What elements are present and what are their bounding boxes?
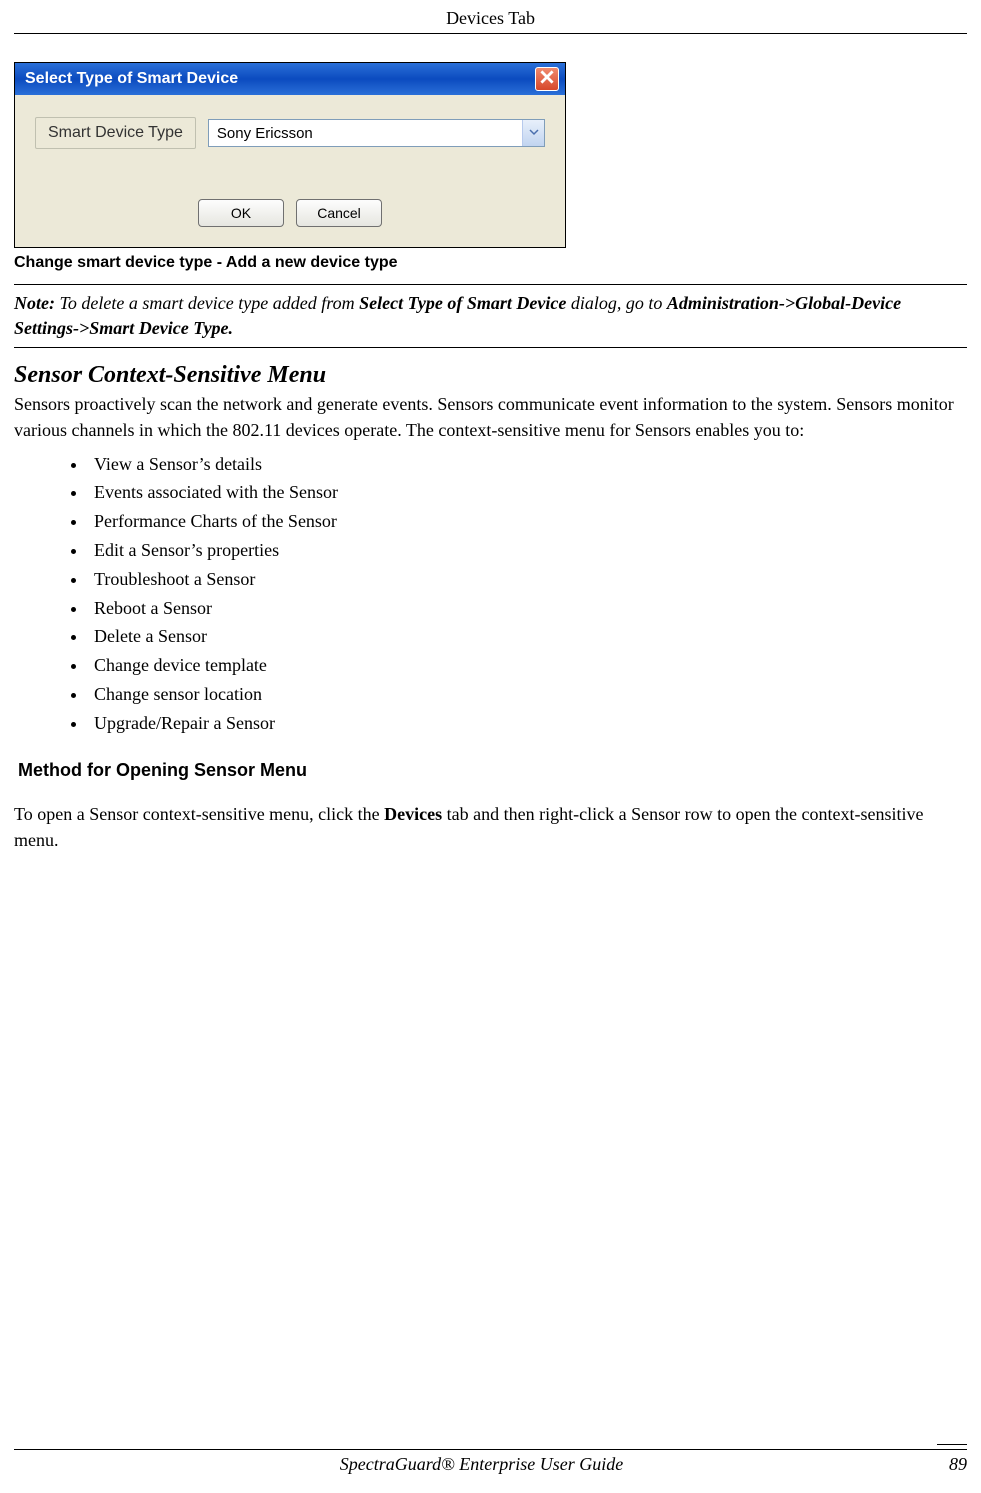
dialog-title: Select Type of Smart Device — [25, 70, 238, 88]
note-text-1: To delete a smart device type added from — [55, 293, 359, 313]
section-intro: Sensors proactively scan the network and… — [14, 391, 967, 443]
device-type-combobox[interactable] — [208, 119, 545, 147]
note-block: Note: To delete a smart device type adde… — [14, 284, 967, 348]
note-label: Note: — [14, 293, 55, 313]
figure-caption: Change smart device type - Add a new dev… — [14, 254, 967, 272]
note-bold-1: Select Type of Smart Device — [359, 293, 566, 313]
section-heading: Sensor Context-Sensitive Menu — [14, 362, 967, 389]
footer-page-number: 89 — [949, 1454, 967, 1475]
list-item: Delete a Sensor — [88, 622, 967, 651]
list-item: Troubleshoot a Sensor — [88, 565, 967, 594]
list-item: Reboot a Sensor — [88, 594, 967, 623]
close-button[interactable] — [535, 67, 559, 91]
list-item: Change sensor location — [88, 680, 967, 709]
list-item: Edit a Sensor’s properties — [88, 536, 967, 565]
chevron-down-icon — [529, 124, 539, 142]
ok-button[interactable]: OK — [198, 199, 284, 227]
sub-heading: Method for Opening Sensor Menu — [18, 760, 967, 781]
cancel-button[interactable]: Cancel — [296, 199, 382, 227]
bullet-list: View a Sensor’s details Events associate… — [14, 450, 967, 738]
dialog-screenshot: Select Type of Smart Device Smart Device… — [14, 62, 566, 248]
field-row: Smart Device Type — [35, 117, 545, 149]
close-icon — [540, 70, 554, 89]
list-item: View a Sensor’s details — [88, 450, 967, 479]
footer-rule — [14, 1449, 967, 1450]
open-text-1: To open a Sensor context-sensitive menu,… — [14, 804, 384, 824]
field-label: Smart Device Type — [35, 117, 196, 149]
combobox-dropdown-button[interactable] — [522, 120, 544, 146]
list-item: Change device template — [88, 651, 967, 680]
footer-rule-short — [937, 1444, 967, 1445]
dialog-titlebar: Select Type of Smart Device — [15, 63, 565, 95]
note-text-2: dialog, go to — [566, 293, 667, 313]
page-header-title: Devices Tab — [446, 8, 535, 28]
device-type-input[interactable] — [209, 120, 522, 146]
list-item: Events associated with the Sensor — [88, 478, 967, 507]
dialog-body: Smart Device Type OK Cancel — [15, 95, 565, 247]
list-item: Upgrade/Repair a Sensor — [88, 709, 967, 738]
page-content: Select Type of Smart Device Smart Device… — [0, 34, 981, 853]
list-item: Performance Charts of the Sensor — [88, 507, 967, 536]
page-footer: SpectraGuard® Enterprise User Guide 89 — [14, 1449, 967, 1475]
footer-guide-title: SpectraGuard® Enterprise User Guide — [340, 1454, 623, 1475]
open-paragraph: To open a Sensor context-sensitive menu,… — [14, 801, 967, 853]
dialog-buttons: OK Cancel — [35, 199, 545, 227]
open-bold-1: Devices — [384, 804, 442, 824]
